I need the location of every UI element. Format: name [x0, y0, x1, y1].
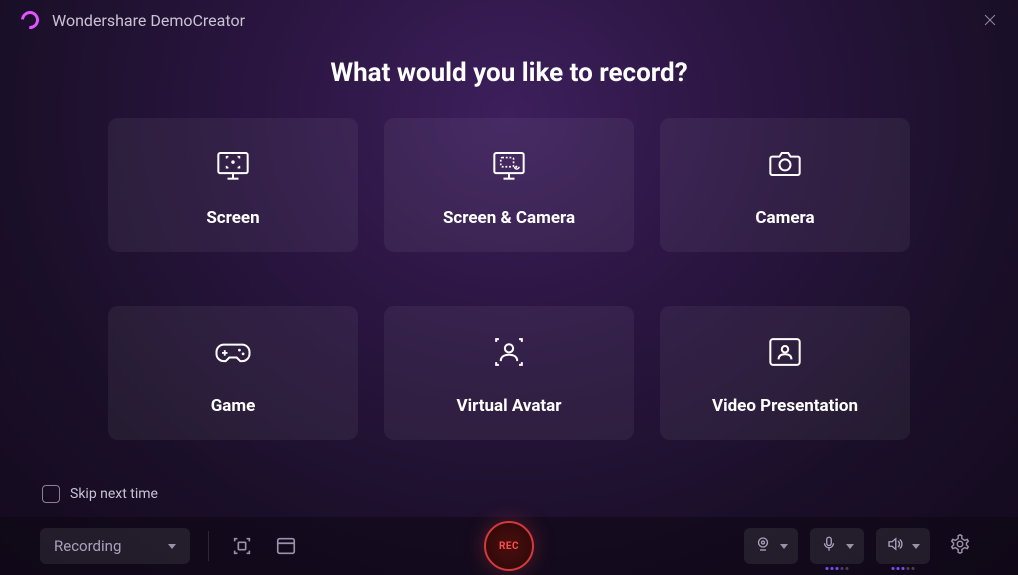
- close-icon[interactable]: [980, 10, 1000, 30]
- screen-camera-icon: [487, 142, 531, 190]
- mic-control[interactable]: [810, 528, 864, 564]
- gear-icon: [949, 533, 971, 559]
- skip-row: Skip next time: [0, 467, 1018, 517]
- option-screen[interactable]: Screen: [108, 118, 358, 252]
- card-label: Camera: [755, 208, 814, 228]
- mode-label: Recording: [54, 537, 121, 555]
- speaker-control[interactable]: [876, 528, 930, 564]
- skip-label: Skip next time: [70, 486, 158, 502]
- record-button[interactable]: REC: [484, 521, 534, 571]
- speaker-icon: [886, 535, 904, 557]
- skip-checkbox[interactable]: [42, 485, 60, 503]
- card-label: Virtual Avatar: [456, 396, 561, 416]
- chevron-down-icon: [912, 544, 920, 549]
- webcam-control[interactable]: [744, 528, 798, 564]
- app-title: Wondershare DemoCreator: [52, 11, 245, 30]
- chevron-down-icon: [846, 544, 854, 549]
- camera-icon: [763, 142, 807, 190]
- app-logo-icon: [18, 8, 42, 32]
- region-select-button[interactable]: [227, 531, 257, 561]
- chevron-down-icon: [780, 544, 788, 549]
- card-label: Screen & Camera: [443, 208, 575, 228]
- window-select-button[interactable]: [271, 531, 301, 561]
- right-controls: [744, 528, 978, 564]
- game-icon: [211, 330, 255, 378]
- titlebar: Wondershare DemoCreator: [0, 0, 1018, 40]
- option-video-presentation[interactable]: Video Presentation: [660, 306, 910, 440]
- record-options-grid: Screen Screen & Camera: [0, 118, 1018, 467]
- divider: [208, 531, 209, 561]
- page-title: What would you like to record?: [0, 58, 1018, 88]
- chevron-down-icon: [168, 544, 176, 549]
- record-label: REC: [499, 541, 519, 552]
- card-label: Game: [211, 396, 256, 416]
- card-label: Video Presentation: [712, 396, 858, 416]
- presentation-icon: [763, 330, 807, 378]
- card-label: Screen: [206, 208, 259, 228]
- webcam-icon: [754, 535, 772, 557]
- app-window: Wondershare DemoCreator What would you l…: [0, 0, 1018, 575]
- option-screen-camera[interactable]: Screen & Camera: [384, 118, 634, 252]
- settings-button[interactable]: [942, 528, 978, 564]
- avatar-icon: [487, 330, 531, 378]
- option-game[interactable]: Game: [108, 306, 358, 440]
- mic-icon: [820, 535, 838, 557]
- mode-dropdown[interactable]: Recording: [40, 528, 190, 564]
- bottom-toolbar: Recording REC: [0, 517, 1018, 575]
- screen-icon: [211, 142, 255, 190]
- option-camera[interactable]: Camera: [660, 118, 910, 252]
- option-virtual-avatar[interactable]: Virtual Avatar: [384, 306, 634, 440]
